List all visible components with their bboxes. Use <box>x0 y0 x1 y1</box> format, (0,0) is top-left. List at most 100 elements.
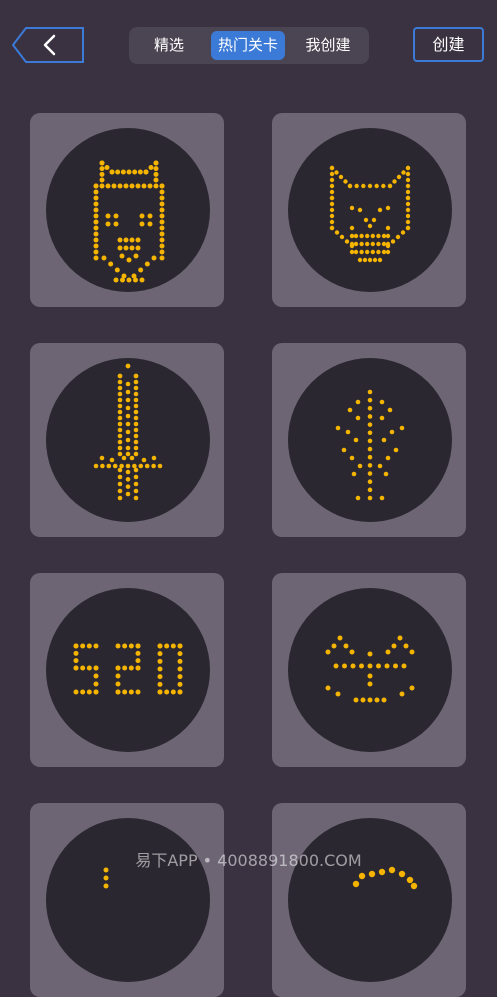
level-card-cat[interactable] <box>272 113 466 307</box>
pattern-dot <box>151 463 156 469</box>
pattern-dot <box>343 643 349 649</box>
partial-pattern-icon <box>103 867 109 889</box>
pattern-dot <box>405 219 411 225</box>
pattern-dot <box>338 174 344 180</box>
pattern-dot <box>360 697 366 703</box>
pattern-dot <box>138 267 144 273</box>
pattern-dot <box>115 681 121 687</box>
pattern-dot <box>117 373 123 379</box>
pattern-dot <box>405 171 411 177</box>
pattern-dot <box>133 391 139 397</box>
pattern-dot <box>133 433 139 439</box>
pattern-dot <box>133 474 139 480</box>
pattern-dot <box>159 219 165 225</box>
pattern-dot <box>109 169 115 175</box>
pattern-dot <box>349 205 355 211</box>
pattern-dot <box>125 429 131 435</box>
pattern-dot <box>106 463 112 469</box>
pattern-dot <box>403 643 409 649</box>
pattern-dot <box>379 399 385 405</box>
pattern-dot <box>343 179 348 184</box>
cat-pattern-icon <box>329 165 411 263</box>
pattern-dot <box>374 697 380 703</box>
pattern-dot <box>99 455 105 461</box>
pattern-dot <box>147 221 153 227</box>
pattern-dot <box>400 230 406 235</box>
pattern-dot <box>159 231 165 237</box>
level-card-dog[interactable] <box>30 113 224 307</box>
pattern-dot <box>376 241 381 247</box>
pattern-dot <box>325 649 331 655</box>
pattern-dot <box>144 261 150 267</box>
pattern-dot <box>405 195 411 201</box>
pattern-dot <box>177 666 183 672</box>
pattern-dot <box>125 451 131 457</box>
pattern-dot <box>80 643 86 649</box>
pattern-dot <box>73 689 79 695</box>
pattern-dot <box>93 249 99 255</box>
pattern-dot <box>86 643 92 649</box>
pattern-dot <box>93 237 99 243</box>
pattern-dot <box>353 233 359 239</box>
pattern-dot <box>93 231 99 237</box>
pattern-dot <box>377 463 383 469</box>
pattern-dot <box>157 666 163 672</box>
pattern-dot <box>133 397 139 403</box>
pattern-dot <box>93 207 99 213</box>
level-card-sword[interactable] <box>30 343 224 537</box>
pattern-dot <box>398 870 406 878</box>
pattern-dot <box>370 249 375 255</box>
level-card-partial-1[interactable] <box>30 803 224 997</box>
pattern-dot <box>385 649 391 655</box>
pattern-dot <box>385 241 391 247</box>
pattern-dot <box>117 451 123 457</box>
pattern-dot <box>365 233 370 239</box>
level-card-face[interactable] <box>272 573 466 767</box>
pattern-dot <box>159 249 165 255</box>
pattern-dot <box>99 177 105 183</box>
pattern-dot <box>133 445 139 451</box>
pattern-dot <box>331 643 337 649</box>
pattern-dot <box>365 241 370 247</box>
pattern-dot <box>117 415 123 421</box>
level-preview-dog <box>46 128 210 292</box>
pattern-dot <box>157 681 163 687</box>
pattern-dot <box>104 165 110 170</box>
pattern-dot <box>393 447 399 453</box>
pattern-dot <box>117 421 123 427</box>
pattern-dot <box>117 391 123 397</box>
level-card-tree[interactable] <box>272 343 466 537</box>
level-preview-520 <box>46 588 210 752</box>
pattern-dot <box>381 437 387 443</box>
pattern-dot <box>151 255 157 261</box>
level-card-520[interactable] <box>30 573 224 767</box>
pattern-dot <box>341 447 347 453</box>
pattern-dot <box>333 663 339 669</box>
level-preview-partial-1 <box>46 818 210 982</box>
pattern-dot <box>117 488 123 494</box>
pattern-dot <box>385 455 391 461</box>
pattern-dot <box>376 233 381 239</box>
pattern-dot <box>93 243 99 249</box>
pattern-dot <box>125 363 131 369</box>
sword-pattern-icon <box>93 363 163 501</box>
pattern-dot <box>389 429 395 435</box>
pattern-dot <box>401 663 407 669</box>
pattern-dot <box>365 249 370 255</box>
pattern-dot <box>133 379 139 385</box>
face-pattern-icon <box>325 635 415 703</box>
pattern-dot <box>117 474 123 480</box>
pattern-dot <box>153 183 159 189</box>
pattern-dot <box>113 277 119 283</box>
pattern-dot <box>93 681 99 687</box>
pattern-dot <box>144 463 150 469</box>
pattern-dot <box>353 241 359 247</box>
pattern-dot <box>117 427 123 433</box>
pattern-dot <box>126 169 132 175</box>
pattern-dot <box>112 463 118 469</box>
level-card-partial-2[interactable] <box>272 803 466 997</box>
pattern-dot <box>367 446 373 452</box>
number-520-pattern-icon <box>73 643 183 695</box>
pattern-dot <box>368 870 376 878</box>
pattern-dot <box>103 875 109 881</box>
